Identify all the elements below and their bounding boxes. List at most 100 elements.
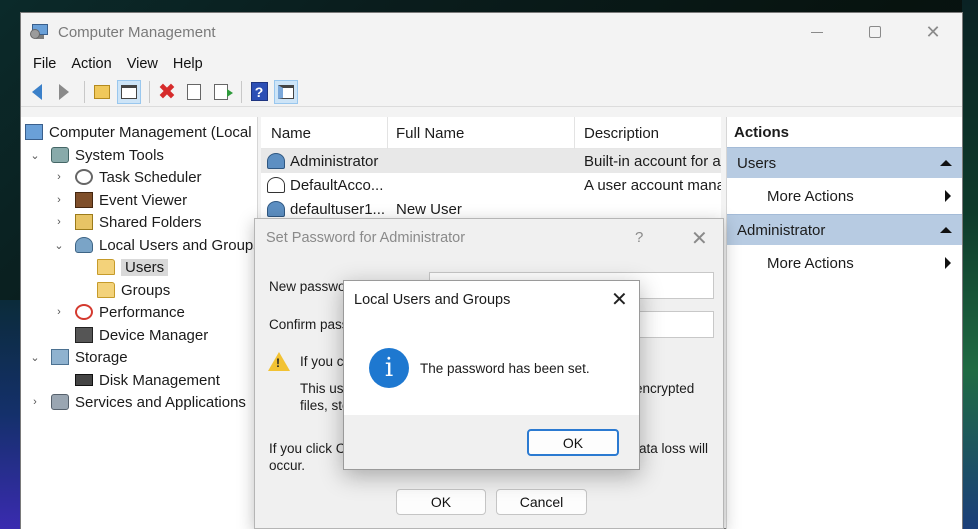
tree-item-label: Computer Management (Local [49,123,252,141]
tree-item-label: Disk Management [99,371,220,389]
show-hide-console-tree-button[interactable] [117,79,141,104]
minimize-icon [811,31,823,33]
table-row[interactable]: Administrator Built-in account for a [261,149,721,173]
console-tree: Computer Management (Local ⌄ System Tool… [21,117,258,529]
table-row[interactable]: DefaultAcco... A user account mana [261,173,721,197]
tree-item-label: Performance [99,303,185,321]
chevron-right-icon[interactable]: › [53,216,65,228]
up-folder-icon [94,84,110,99]
tree-item-label: System Tools [75,146,164,164]
show-hide-action-pane-button[interactable] [274,79,298,104]
minimize-button[interactable] [788,13,846,51]
more-actions-users[interactable]: More Actions [727,178,962,214]
chevron-right-icon[interactable]: › [53,306,65,318]
maximize-icon [869,26,881,38]
tree-item-storage[interactable]: ⌄ Storage [29,346,127,368]
column-header-description[interactable]: Description [575,117,721,149]
close-icon: ✕ [925,21,941,42]
menu-help[interactable]: Help [171,56,212,72]
chevron-down-icon[interactable]: ⌄ [53,239,65,252]
collapse-icon[interactable] [940,160,952,166]
user-icon [267,153,285,169]
tree-item-label: Task Scheduler [99,168,202,186]
shared-folder-icon [75,214,93,230]
export-list-button[interactable] [209,80,233,104]
close-icon[interactable]: ✕ [611,287,628,312]
forward-button[interactable] [52,80,76,104]
chevron-right-icon[interactable]: › [53,171,65,183]
forward-icon [59,83,69,100]
cell-name: defaultuser1... [261,201,388,218]
toolbar-separator [241,80,242,103]
tree-item-services-and-applications[interactable]: › Services and Applications [29,391,246,413]
collapse-icon[interactable] [940,227,952,233]
computer-management-icon [30,23,50,41]
export-list-icon [214,83,233,100]
action-label: More Actions [767,254,854,272]
footer-text: ata loss will [639,441,709,456]
submenu-arrow-icon [945,257,951,269]
up-one-level-button[interactable] [90,80,114,104]
confirm-password-label: Confirm pass [269,317,349,332]
help-icon[interactable]: ? [635,229,643,246]
tree-item-task-scheduler[interactable]: › Task Scheduler [53,166,202,188]
message-box-title: Local Users and Groups [354,292,511,308]
chevron-down-icon[interactable]: ⌄ [29,149,41,162]
menu-file[interactable]: File [31,56,65,72]
device-manager-icon [75,327,93,343]
chevron-down-icon[interactable]: ⌄ [29,351,41,364]
help-button[interactable]: ? [247,80,271,104]
more-actions-administrator[interactable]: More Actions [727,245,962,281]
cell-name: Administrator [261,153,388,170]
actions-section-users[interactable]: Users [727,147,962,178]
message-box: Local Users and Groups ✕ i The password … [343,280,640,470]
new-password-label: New passwo [269,279,346,294]
message-text: The password has been set. [420,361,590,376]
folder-icon [97,259,115,275]
warning-text: encrypted [635,381,695,396]
cell-description: A user account mana [584,176,721,194]
tree-item-event-viewer[interactable]: › Event Viewer [53,189,187,211]
tree-item-users[interactable]: Users [97,256,169,278]
title-bar[interactable]: Computer Management ✕ [21,13,962,51]
tree-item-system-tools[interactable]: ⌄ System Tools [29,144,164,166]
tree-item-device-manager[interactable]: Device Manager [75,324,208,346]
footer-text: If you click C [269,441,346,456]
chevron-right-icon[interactable]: › [29,396,41,408]
chevron-right-icon[interactable]: › [53,194,65,206]
actions-section-label: Users [737,154,777,172]
actions-section-administrator[interactable]: Administrator [727,214,962,245]
tree-item-label: Services and Applications [75,393,246,411]
ok-button[interactable]: OK [527,429,619,456]
tree-item-disk-management[interactable]: Disk Management [75,369,220,391]
dialog-title: Set Password for Administrator [266,230,466,246]
event-viewer-icon [75,192,93,208]
tree-item-computer-management[interactable]: Computer Management (Local [25,121,252,143]
tree-item-groups[interactable]: Groups [97,279,170,301]
back-button[interactable] [25,80,49,104]
menu-action[interactable]: Action [69,56,120,72]
properties-button[interactable] [182,80,206,104]
tree-item-local-users-and-groups[interactable]: ⌄ Local Users and Groups [53,234,257,256]
column-header-full-name[interactable]: Full Name [388,117,575,149]
ok-button[interactable]: OK [396,489,486,515]
tree-item-label: Shared Folders [99,213,202,231]
cell-full-name: New User [396,200,462,218]
cancel-button[interactable]: Cancel [496,489,587,515]
close-button[interactable]: ✕ [904,13,962,51]
column-header-name[interactable]: Name [261,117,388,149]
menu-view[interactable]: View [125,56,167,72]
list-header: Name Full Name Description [261,117,721,149]
storage-icon [51,349,69,365]
show-hide-action-pane-icon [278,84,294,99]
toolbar-separator [84,80,85,103]
maximize-button[interactable] [846,13,904,51]
action-label: More Actions [767,187,854,205]
tree-item-performance[interactable]: › Performance [53,301,185,323]
window-title: Computer Management [58,23,216,41]
delete-button[interactable]: ✖ [155,80,179,104]
tree-item-shared-folders[interactable]: › Shared Folders [53,211,202,233]
disk-management-icon [75,374,93,386]
close-icon[interactable]: ✕ [691,226,708,251]
actions-section-label: Administrator [737,221,826,239]
